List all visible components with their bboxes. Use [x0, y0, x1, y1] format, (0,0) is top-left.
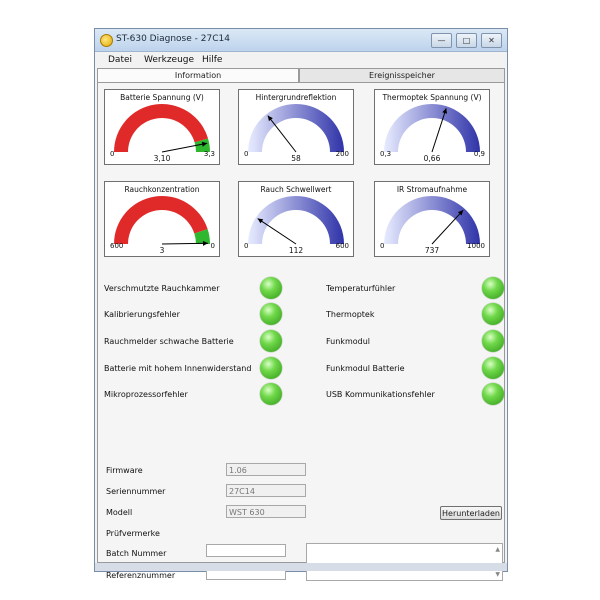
gauge-title: Hintergrundreflektion [256, 93, 337, 102]
menu-datei[interactable]: Datei [108, 55, 132, 65]
menu-bar: Datei Werkzeuge Hilfe [95, 52, 507, 68]
tab-ereignisspeicher[interactable]: Ereignisspeicher [299, 68, 505, 82]
gauge-min-label: 0 [244, 242, 248, 250]
gauge-value-label: 0,66 [424, 154, 441, 163]
status-led-schwache-batterie [260, 330, 282, 352]
gauge-value-label: 112 [289, 246, 304, 255]
gauge-blue-band [384, 196, 480, 244]
gauge-red-band [114, 103, 209, 152]
gauge-batterie-spannung: Batterie Spannung (V) 0 3,3 3,10 [104, 89, 220, 165]
firmware-label: Firmware [106, 466, 143, 475]
status-led-verschmutzte-rauchkammer [260, 277, 282, 299]
status-led-usb-kommunikationsfehler [482, 383, 504, 405]
status-led-kalibrierungsfehler [260, 303, 282, 325]
gauge-min-label: 0 [380, 242, 384, 250]
gauge-title: Rauchkonzentration [125, 185, 200, 194]
serial-label: Seriennummer [106, 487, 166, 496]
status-bar [95, 563, 507, 571]
gauge-thermoptek-spannung: Thermoptek Spannung (V) 0,3 0,9 0,66 [374, 89, 490, 165]
serial-field: 27C14 [226, 484, 306, 497]
batch-label: Batch Nummer [106, 549, 167, 558]
gauge-value-label: 737 [425, 246, 440, 255]
gauge-blue-band [248, 104, 344, 152]
gauge-max-label: 600 [336, 242, 349, 250]
notes-textarea[interactable]: ▲ ▼ [306, 543, 503, 581]
gauge-min-label: 0,3 [380, 150, 391, 158]
menu-werkzeuge[interactable]: Werkzeuge [144, 55, 194, 65]
menu-hilfe[interactable]: Hilfe [202, 55, 222, 65]
gauge-min-label: 600 [110, 242, 123, 250]
window-title: ST-630 Diagnose - 27C14 [116, 34, 230, 44]
gauge-max-label: 0,9 [474, 150, 485, 158]
status-label-mikroprozessorfehler: Mikroprozessorfehler [104, 390, 188, 399]
status-led-mikroprozessorfehler [260, 383, 282, 405]
gauge-max-label: 1000 [467, 242, 485, 250]
information-panel: Batterie Spannung (V) 0 3,3 3,10 Hintergrun… [97, 82, 505, 581]
status-label-temperaturfuehler: Temperaturfühler [326, 284, 396, 293]
gauge-rauch-schwellwert: Rauch Schwellwert 0 600 112 [238, 181, 354, 257]
status-led-thermoptek [482, 303, 504, 325]
gauge-value-label: 3,10 [154, 154, 171, 163]
title-bar[interactable]: ST-630 Diagnose - 27C14 — □ ✕ [95, 29, 507, 52]
gauge-title: Thermoptek Spannung (V) [381, 93, 481, 102]
gauge-svg: IR Stromaufnahme 0 1000 737 [380, 185, 485, 255]
status-label-thermoptek: Thermoptek [326, 310, 375, 319]
gauge-red-band [114, 196, 208, 244]
tab-information[interactable]: Information [97, 68, 299, 83]
minimize-button[interactable]: — [431, 33, 452, 48]
gauge-max-label: 3,3 [204, 150, 215, 158]
pruefvermerke-label: Prüfvermerke [106, 529, 160, 538]
reference-label: Referenznummer [106, 571, 176, 580]
status-led-funkmodul [482, 330, 504, 352]
status-label-usb-kommunikationsfehler: USB Kommunikationsfehler [326, 390, 435, 399]
status-label-schwache-batterie: Rauchmelder schwache Batterie [104, 337, 234, 346]
scroll-up-icon[interactable]: ▲ [495, 546, 500, 553]
gauge-blue-band [384, 104, 480, 152]
gauge-max-label: 200 [336, 150, 349, 158]
model-label: Modell [106, 508, 133, 517]
gauge-value-label: 3 [160, 246, 165, 255]
scroll-down-icon[interactable]: ▼ [495, 571, 500, 578]
gauge-svg: Hintergrundreflektion 0 200 58 [244, 93, 349, 163]
status-label-funkmodul-batterie: Funkmodul Batterie [326, 364, 405, 373]
close-button[interactable]: ✕ [481, 33, 502, 48]
gauge-min-label: 0 [110, 150, 114, 158]
gauge-svg: Rauchkonzentration 600 0 3 [110, 185, 215, 255]
gauge-svg: Batterie Spannung (V) 0 3,3 3,10 [110, 93, 215, 163]
batch-input[interactable] [206, 544, 286, 557]
download-button[interactable]: Herunterladen [440, 506, 502, 520]
status-label-innenwiderstand: Batterie mit hohem Innenwiderstand [104, 364, 252, 373]
gauge-min-label: 0 [244, 150, 248, 158]
gauge-needle [431, 209, 464, 245]
app-window: ST-630 Diagnose - 27C14 — □ ✕ Datei Werk… [94, 28, 508, 581]
gauge-max-label: 0 [211, 242, 215, 250]
gauge-title: IR Stromaufnahme [397, 185, 468, 194]
firmware-field: 1.06 [226, 463, 306, 476]
gauge-rauchkonzentration: Rauchkonzentration 600 0 3 [104, 181, 220, 257]
gauge-title: Batterie Spannung (V) [120, 93, 204, 102]
status-led-innenwiderstand [260, 357, 282, 379]
gauge-title: Rauch Schwellwert [261, 185, 332, 194]
status-label-verschmutzte-rauchkammer: Verschmutzte Rauchkammer [104, 284, 220, 293]
gauge-value-label: 58 [291, 154, 301, 163]
status-led-funkmodul-batterie [482, 357, 504, 379]
status-label-funkmodul: Funkmodul [326, 337, 370, 346]
status-led-temperaturfuehler [482, 277, 504, 299]
gauge-ir-stromaufnahme: IR Stromaufnahme 0 1000 737 [374, 181, 490, 257]
gauge-svg: Rauch Schwellwert 0 600 112 [244, 185, 349, 255]
status-label-kalibrierungsfehler: Kalibrierungsfehler [104, 310, 180, 319]
maximize-button[interactable]: □ [456, 33, 477, 48]
gauge-needle [267, 115, 297, 153]
model-field: WST 630 [226, 505, 306, 518]
app-icon [100, 34, 113, 47]
gauge-hintergrundreflektion: Hintergrundreflektion 0 200 58 [238, 89, 354, 165]
gauge-svg: Thermoptek Spannung (V) 0,3 0,9 0,66 [380, 93, 485, 163]
